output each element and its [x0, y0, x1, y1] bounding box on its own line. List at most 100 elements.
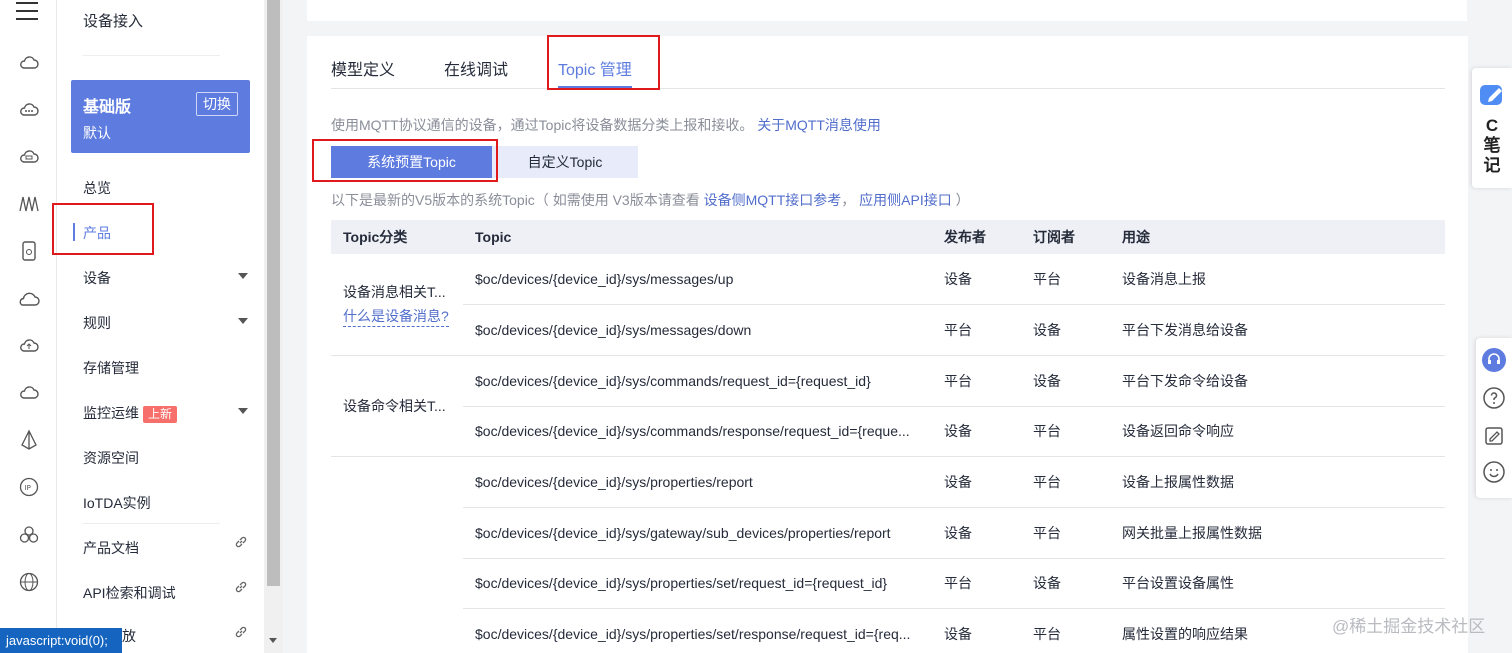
subscriber-cell: 设备: [1021, 355, 1110, 407]
tab-model-definition[interactable]: 模型定义: [331, 56, 395, 80]
category-cell: 设备消息相关T... 什么是设备消息?: [331, 254, 463, 356]
publisher-cell: 设备: [932, 456, 1021, 508]
menu-item-overview[interactable]: 总览: [83, 178, 248, 198]
new-badge: 上新: [143, 406, 178, 423]
menu-item-storage[interactable]: 存储管理: [83, 358, 248, 378]
cloud-dots-icon[interactable]: [18, 99, 40, 121]
subscriber-cell: 设备: [1021, 558, 1110, 610]
waveform-icon[interactable]: [18, 193, 40, 215]
menu-item-monitor[interactable]: 监控运维 上新: [83, 403, 248, 423]
device-mqtt-reference-link[interactable]: 设备侧MQTT接口参考: [704, 192, 842, 208]
edition-card: 基础版 默认 切换: [71, 80, 250, 153]
note-text: 以下是最新的V5版本的系统Topic（ 如需使用 V3版本请查看: [331, 192, 700, 208]
globe-icon[interactable]: [18, 571, 40, 593]
sail-icon[interactable]: [18, 429, 40, 451]
subscriber-cell: 平台: [1021, 608, 1110, 653]
subscriber-cell: 设备: [1021, 304, 1110, 356]
menu-item-rules[interactable]: 规则: [83, 313, 248, 333]
customer-service-icon[interactable]: [1482, 348, 1506, 372]
cloud-small-icon[interactable]: [18, 382, 40, 404]
publisher-cell: 设备: [932, 507, 1021, 559]
topic-cell: $oc/devices/{device_id}/sys/properties/r…: [463, 456, 932, 508]
table-row: $oc/devices/{device_id}/sys/gateway/sub_…: [331, 507, 1445, 559]
menu-item-iotda-instance[interactable]: IoTDA实例: [83, 493, 248, 513]
mqtt-usage-link[interactable]: 关于MQTT消息使用: [757, 117, 881, 133]
custom-topic-button[interactable]: 自定义Topic: [492, 146, 638, 178]
notes-widget-label: C笔记: [1483, 116, 1501, 175]
device-message-help-link[interactable]: 什么是设备消息?: [343, 306, 449, 327]
menu-item-resource-space[interactable]: 资源空间: [83, 448, 248, 468]
cluster-icon[interactable]: [18, 524, 40, 546]
status-bar-url: javascript:void(0);: [0, 628, 122, 653]
usage-cell: 设备返回命令响应: [1110, 406, 1445, 458]
edition-name: 基础版: [83, 99, 132, 116]
publisher-cell: 设备: [932, 608, 1021, 653]
table-row: 设备消息相关T... 什么是设备消息? $oc/devices/{device_…: [331, 254, 1445, 356]
menu-item-label: 监控运维: [83, 405, 139, 421]
menu-item-device[interactable]: 设备: [83, 268, 248, 288]
subscriber-cell: 平台: [1021, 254, 1110, 306]
col-header-topic: Topic: [463, 220, 932, 254]
device-icon[interactable]: [18, 240, 40, 262]
usage-cell: 平台下发命令给设备: [1110, 355, 1445, 407]
table-row: $oc/devices/{device_id}/sys/messages/dow…: [331, 304, 1445, 356]
highlight-box-product: [52, 203, 154, 255]
publisher-cell: 平台: [932, 304, 1021, 356]
external-link-icon: [235, 536, 247, 548]
cloud-outline-icon[interactable]: [18, 288, 40, 310]
notes-widget[interactable]: C笔记: [1472, 68, 1512, 188]
publisher-cell: 平台: [932, 355, 1021, 407]
highlight-box-topic-tab: [547, 35, 660, 90]
app-api-link[interactable]: 应用侧API接口: [859, 192, 952, 208]
top-card: [307, 0, 1467, 21]
table-row: 设备命令相关T... $oc/devices/{device_id}/sys/c…: [331, 355, 1445, 458]
category-label: 设备命令相关T...: [343, 398, 446, 415]
chevron-down-icon: [238, 273, 248, 279]
col-header-usage: 用途: [1110, 220, 1445, 254]
scroll-down-arrow-icon[interactable]: [269, 638, 277, 643]
divider: [83, 55, 220, 56]
usage-cell: 平台设置设备属性: [1110, 558, 1445, 610]
table-row: $oc/devices/{device_id}/sys/properties/s…: [331, 558, 1445, 610]
menu-item-product-docs[interactable]: 产品文档: [83, 536, 248, 558]
topic-cell: $oc/devices/{device_id}/sys/messages/dow…: [463, 304, 932, 356]
highlight-box-system-topic: [312, 139, 498, 182]
subscriber-cell: 平台: [1021, 406, 1110, 458]
external-link-icon: [235, 626, 247, 638]
col-header-publisher: 发布者: [932, 220, 1021, 254]
menu-scrollbar[interactable]: [264, 0, 283, 653]
cloud-icon[interactable]: [18, 52, 40, 74]
menu-item-partial-label[interactable]: 放: [122, 628, 136, 645]
table-row: $oc/devices/{device_id}/sys/commands/res…: [331, 406, 1445, 458]
menu-title: 设备接入: [83, 13, 144, 30]
menu-item-api-explorer[interactable]: API检索和调试: [83, 581, 248, 603]
usage-cell: 设备消息上报: [1110, 254, 1445, 306]
usage-cell: 设备上报属性数据: [1110, 456, 1445, 508]
service-menu: 设备接入 基础版 默认 切换 总览 产品 设备 规则 存储管理 监控运维 上新 资…: [57, 0, 264, 653]
svg-text:IP: IP: [25, 484, 31, 492]
publisher-cell: 平台: [932, 558, 1021, 610]
category-cell: [331, 457, 463, 653]
tab-online-debug[interactable]: 在线调试: [444, 56, 508, 80]
usage-cell: 网关批量上报属性数据: [1110, 507, 1445, 559]
help-toolbar: [1476, 338, 1512, 498]
switch-edition-button[interactable]: 切换: [196, 92, 238, 116]
topic-cell: $oc/devices/{device_id}/sys/gateway/sub_…: [463, 507, 932, 559]
hamburger-menu-icon[interactable]: [16, 2, 38, 20]
topic-table: Topic分类 Topic 发布者 订阅者 用途 设备消息相关T... 什么是设…: [331, 220, 1445, 653]
cloud-server-icon[interactable]: [18, 146, 40, 168]
feedback-edit-icon[interactable]: [1482, 424, 1506, 448]
scrollbar-thumb[interactable]: [267, 0, 280, 586]
table-header-row: Topic分类 Topic 发布者 订阅者 用途: [331, 220, 1445, 254]
smile-feedback-icon[interactable]: [1482, 460, 1506, 484]
cloud-upload-icon[interactable]: [18, 335, 40, 357]
edition-instance: 默认: [83, 125, 111, 141]
topic-cell: $oc/devices/{device_id}/sys/commands/req…: [463, 355, 932, 407]
note-edit-icon: [1480, 85, 1502, 105]
menu-item-label: API检索和调试: [83, 585, 176, 601]
table-row: $oc/devices/{device_id}/sys/properties/s…: [331, 608, 1445, 653]
icon-rail: IP: [0, 0, 57, 653]
subscriber-cell: 平台: [1021, 507, 1110, 559]
help-question-icon[interactable]: [1482, 386, 1506, 410]
ip-icon[interactable]: IP: [18, 476, 40, 498]
